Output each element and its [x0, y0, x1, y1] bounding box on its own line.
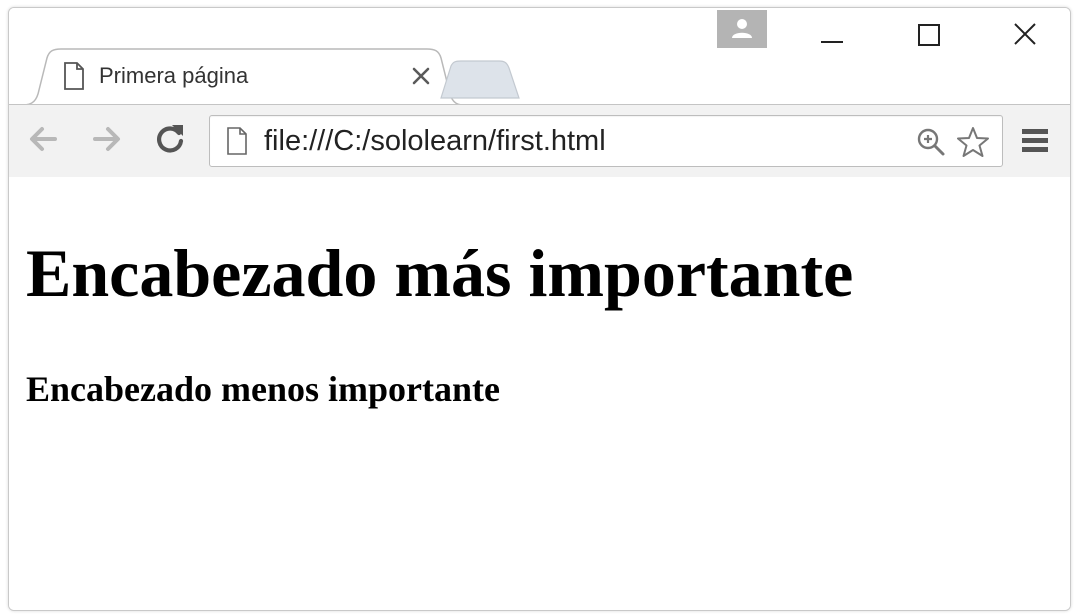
tab-title: Primera página [99, 63, 249, 88]
maximize-icon[interactable] [906, 18, 952, 54]
url-input[interactable] [264, 124, 884, 158]
window-close-icon[interactable] [1002, 18, 1048, 54]
minimize-icon[interactable] [809, 18, 855, 54]
star-icon[interactable] [956, 125, 990, 159]
zoom-in-icon[interactable] [914, 125, 948, 159]
new-tab-icon[interactable] [439, 60, 521, 100]
profile-icon[interactable] [717, 10, 767, 48]
heading-2: Encabezado menos importante [26, 369, 500, 409]
browser-window: Primera página file:///C:/sololearn/firs… [8, 7, 1071, 611]
title-bar: Primera página [9, 8, 1070, 106]
address-bar[interactable] [209, 115, 1003, 167]
hamburger-menu-icon[interactable] [1013, 119, 1057, 163]
tab-primera-pagina[interactable]: Primera página [23, 48, 463, 106]
document-icon [63, 62, 85, 90]
tab-close-icon[interactable] [405, 60, 437, 92]
toolbar [9, 104, 1070, 178]
heading-1: Encabezado más importante [26, 235, 854, 311]
page-icon [226, 127, 248, 155]
reload-icon[interactable] [150, 119, 190, 159]
page-content: Encabezado más importante Encabezado men… [9, 177, 1070, 610]
back-arrow-icon[interactable] [23, 119, 63, 159]
forward-arrow-icon[interactable] [87, 119, 127, 159]
